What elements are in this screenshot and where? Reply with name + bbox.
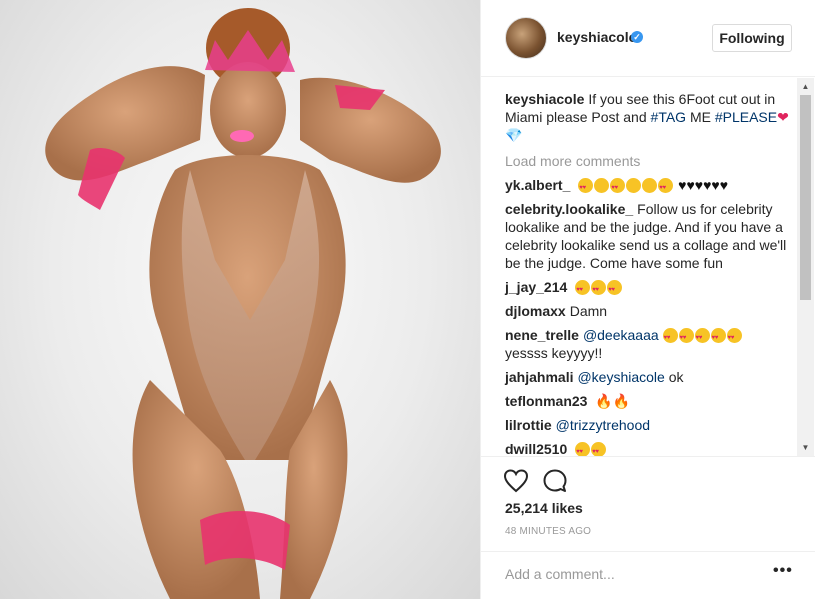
add-comment-bar: Add a comment... •••: [481, 551, 815, 599]
heart-eyes-emoji-icon: [610, 178, 626, 197]
speech-bubble-icon[interactable]: [541, 467, 569, 495]
add-comment-input[interactable]: Add a comment...: [505, 566, 615, 582]
comment-username[interactable]: lilrottie: [505, 417, 552, 433]
comment-text: ok: [668, 369, 684, 385]
comment-username[interactable]: teflonman23: [505, 393, 587, 409]
mention-link[interactable]: @deekaaaa: [583, 327, 659, 343]
heart-eyes-emoji-icon: [726, 328, 742, 347]
list-item: jahjahmali @keyshiacole ok: [505, 368, 797, 386]
heart-emoji-icon: ❤: [777, 109, 789, 125]
scroll-up-arrow-icon[interactable]: ▲: [797, 78, 814, 95]
list-item: nene_trelle@deekaaaa yessss keyyyy!!: [505, 326, 797, 362]
caption: keyshiacole If you see this 6Foot cut out…: [505, 90, 797, 144]
heart-eyes-emoji-icon: [658, 178, 674, 197]
heart-eyes-emoji-icon: [578, 178, 594, 197]
hashtag-link[interactable]: #TAG: [651, 109, 687, 125]
comment-username[interactable]: dwill2510: [505, 441, 567, 456]
post-sidebar: keyshiacole ✓ Following keyshiacole If yo…: [480, 0, 815, 599]
heart-eyes-emoji-icon: [662, 328, 678, 347]
list-item: j_jay_214: [505, 278, 797, 299]
fire-emoji-icon: 🔥: [595, 393, 613, 409]
post-photo-illustration: [45, 8, 441, 599]
list-item: lilrottie @trizzytrehood: [505, 416, 797, 434]
heart-eyes-emoji-icon: [591, 442, 607, 456]
comments-scrollbar[interactable]: ▲ ▼: [797, 78, 814, 456]
post-username[interactable]: keyshiacole: [557, 29, 636, 45]
hashtag-link[interactable]: #PLEASE: [715, 109, 777, 125]
comment-text: yessss keyyyy!!: [505, 345, 603, 361]
heart-eyes-emoji-icon: [694, 328, 710, 347]
heart-eyes-emoji-icon: [575, 442, 591, 456]
heart-eyes-emoji-icon: [710, 328, 726, 347]
heart-eyes-emoji-icon: [575, 280, 591, 299]
black-hearts-emoji-icon: ♥♥♥♥♥♥: [678, 177, 729, 193]
caption-text-me: ME: [689, 109, 711, 125]
likes-count[interactable]: 25,214 likes: [505, 500, 583, 516]
heart-outline-icon[interactable]: [502, 467, 530, 495]
comment-username[interactable]: jahjahmali: [505, 369, 573, 385]
heart-eyes-emoji-icon: [607, 280, 623, 299]
load-more-comments-link[interactable]: Load more comments: [505, 152, 797, 170]
comment-username[interactable]: j_jay_214: [505, 279, 567, 295]
kiss-emoji-icon: [594, 178, 610, 193]
list-item: celebrity.lookalike_ Follow us for celebr…: [505, 200, 797, 272]
avatar[interactable]: [505, 17, 547, 59]
list-item: dwill2510: [505, 440, 797, 456]
kiss-emoji-icon: [626, 178, 642, 193]
comments-list[interactable]: keyshiacole If you see this 6Foot cut out…: [481, 78, 815, 456]
comment-username[interactable]: celebrity.lookalike_: [505, 201, 633, 217]
verified-badge-icon: ✓: [631, 31, 643, 43]
comment-text: Damn: [569, 303, 608, 319]
comment-username[interactable]: djlomaxx: [505, 303, 566, 319]
caption-username[interactable]: keyshiacole: [505, 91, 584, 107]
following-button[interactable]: Following: [712, 24, 792, 52]
more-options-icon[interactable]: •••: [773, 562, 793, 580]
post-timestamp[interactable]: 48 MINUTES AGO: [505, 526, 591, 537]
heart-eyes-emoji-icon: [678, 328, 694, 347]
heart-eyes-emoji-icon: [591, 280, 607, 299]
post-header: keyshiacole ✓ Following: [481, 0, 815, 77]
kiss-emoji-icon: [642, 178, 658, 193]
gem-emoji-icon: 💎: [505, 127, 523, 143]
list-item: yk.albert_ ♥ ♥♥ ♥♥ ♥: [505, 176, 797, 197]
post-photo[interactable]: [0, 0, 480, 599]
fire-emoji-icon: 🔥: [612, 393, 631, 409]
scrollbar-thumb[interactable]: [800, 95, 811, 300]
scroll-down-arrow-icon[interactable]: ▼: [797, 439, 814, 456]
comment-username[interactable]: nene_trelle: [505, 327, 579, 343]
post-actions: 25,214 likes 48 MINUTES AGO: [481, 456, 815, 551]
list-item: teflonman23 🔥🔥: [505, 392, 797, 410]
mention-link[interactable]: @trizzytrehood: [556, 417, 650, 433]
list-item: djlomaxx Damn: [505, 302, 797, 320]
comment-username[interactable]: yk.albert_: [505, 177, 570, 193]
mention-link[interactable]: @keyshiacole: [577, 369, 664, 385]
